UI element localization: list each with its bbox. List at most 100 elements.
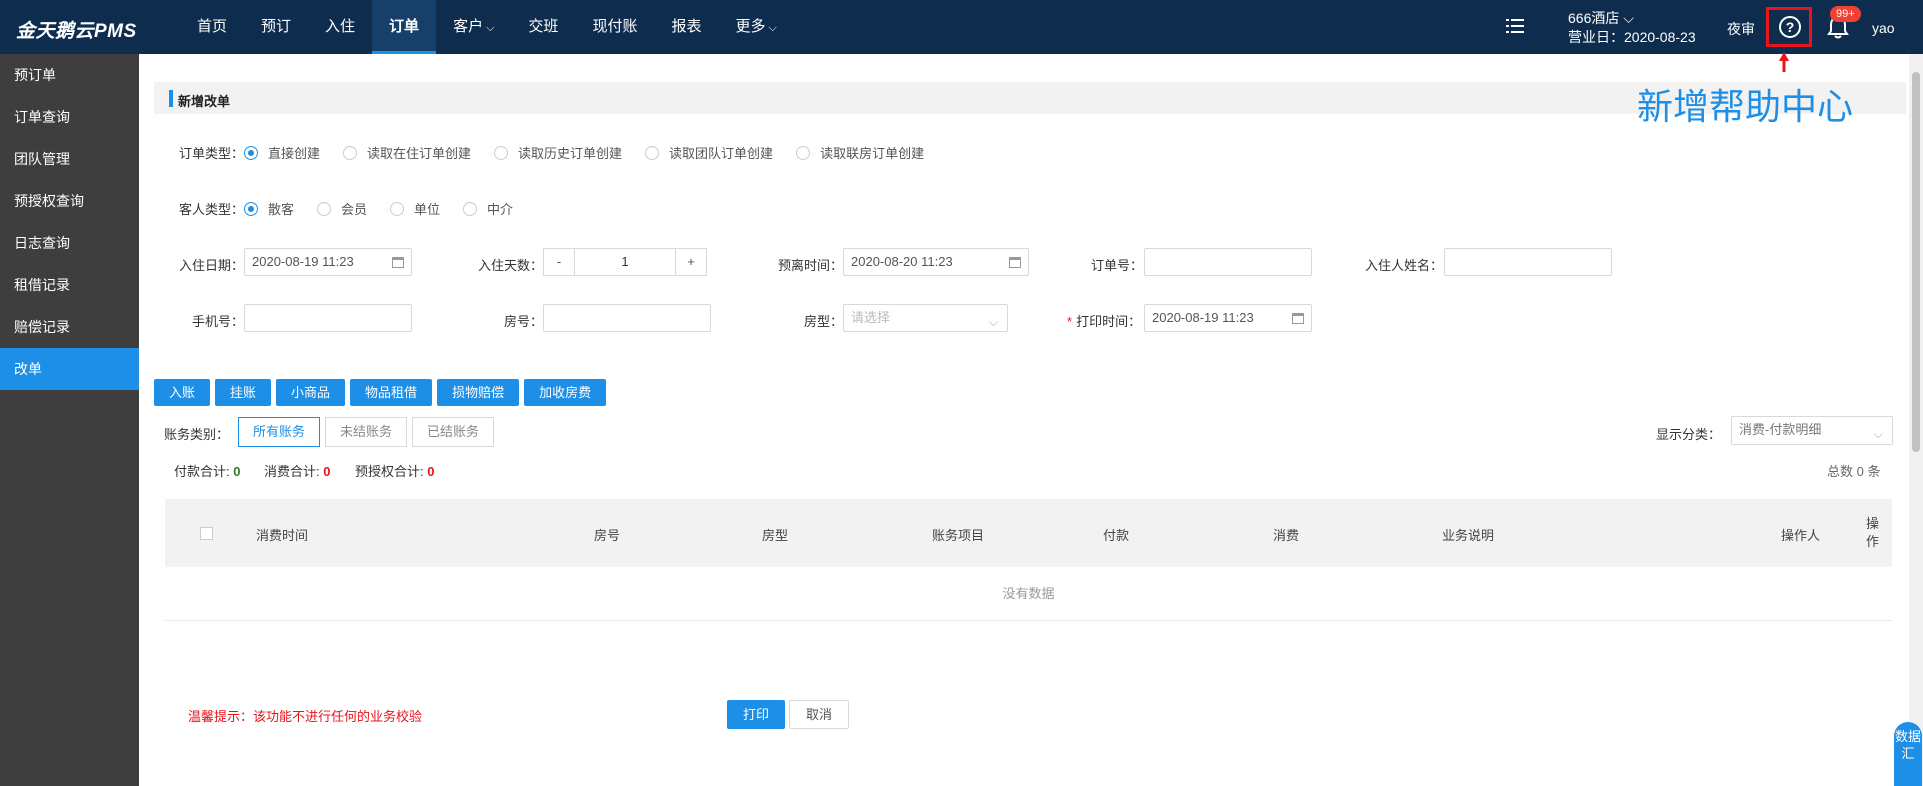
account-category-label: 账务类别： <box>164 427 230 442</box>
column-header: 操作 <box>1866 516 1880 549</box>
display-category-label: 显示分类： <box>1656 427 1722 442</box>
consume-total-value: 0 <box>323 464 331 479</box>
nav-item-home[interactable]: 首页 <box>180 0 244 54</box>
column-header: 操作人 <box>1781 528 1821 543</box>
radio-guest-type-walkin[interactable]: 散客 <box>244 199 294 218</box>
nav-item-reports[interactable]: 报表 <box>654 0 718 54</box>
pay-total: 付款合计: 0 <box>174 464 241 479</box>
checkin-date-input[interactable]: 2020-08-19 11:23 <box>244 248 412 276</box>
radio-circle <box>317 201 332 216</box>
extra-room-charge-button[interactable]: 加收房费 <box>524 379 607 406</box>
column-header: 消费 <box>1273 528 1300 543</box>
room-no-input[interactable] <box>543 304 711 332</box>
radio-order-type-group[interactable]: 读取团队订单创建 <box>645 143 773 162</box>
tab-settled-accounts[interactable]: 已结账务 <box>412 417 495 447</box>
nav-item-shift[interactable]: 交班 <box>511 0 575 54</box>
list-icon[interactable] <box>1506 18 1524 34</box>
sidebar-item-preauth-query[interactable]: 预授权查询 <box>0 180 139 222</box>
annotation-text: 新增帮助中心 <box>1637 86 1854 127</box>
room-type-label: 房型： <box>804 314 844 329</box>
scrollbar-thumb[interactable] <box>1912 72 1920 452</box>
tab-unsettled-accounts[interactable]: 未结账务 <box>325 417 408 447</box>
top-bar: 金天鹅云PMS 首页 预订 入住 订单 客户 ⌵ 交班 现付账 报表 更多 ⌵ 66… <box>0 0 1923 54</box>
required-marker: * <box>1067 314 1073 329</box>
sidebar-item-reservations[interactable]: 预订单 <box>0 54 139 96</box>
select-all-checkbox[interactable] <box>200 527 213 540</box>
sidebar: 预订单 订单查询 团队管理 预授权查询 日志查询 租借记录 赔偿记录 改单 <box>0 54 139 786</box>
sidebar-item-compensation-records[interactable]: 赔偿记录 <box>0 306 139 348</box>
room-type-select[interactable]: 请选择 ⌵ <box>843 304 1008 332</box>
nav-item-orders[interactable]: 订单 <box>372 0 437 54</box>
calendar-icon <box>1292 313 1304 324</box>
nav-item-customers[interactable]: 客户 ⌵ <box>436 0 511 54</box>
radio-order-type-linked[interactable]: 读取联房订单创建 <box>796 143 924 162</box>
column-header: 房号 <box>594 528 621 543</box>
chevron-down-icon: ⌵ <box>768 22 777 34</box>
user-name[interactable]: yao <box>1872 20 1895 36</box>
section-marker <box>169 90 173 107</box>
hotel-name: 666酒店 ⌵ <box>1568 10 1634 26</box>
chevron-down-icon: ⌵ <box>1873 427 1883 441</box>
radio-guest-type-company[interactable]: 单位 <box>390 199 440 218</box>
column-header: 业务说明 <box>1442 528 1495 543</box>
radio-circle <box>343 145 358 160</box>
print-time-input[interactable]: 2020-08-19 11:23 <box>1144 304 1312 332</box>
column-header: 账务项目 <box>932 528 985 543</box>
damage-compensation-button[interactable]: 损物赔偿 <box>437 379 520 406</box>
item-rental-button[interactable]: 物品租借 <box>350 379 433 406</box>
nav-item-more[interactable]: 更多 ⌵ <box>718 0 793 54</box>
help-icon[interactable]: ? <box>1779 16 1801 38</box>
tab-all-accounts[interactable]: 所有账务 <box>238 417 321 447</box>
order-type-radio-group: 直接创建 读取在住订单创建 读取历史订单创建 读取团队订单创建 读取联房订单创建 <box>244 143 947 162</box>
print-button[interactable]: 打印 <box>727 700 785 729</box>
radio-guest-type-agent[interactable]: 中介 <box>463 199 513 218</box>
sidebar-item-modify-order[interactable]: 改单 <box>0 348 139 390</box>
calendar-icon <box>1009 257 1021 268</box>
phone-input[interactable] <box>244 304 412 332</box>
sidebar-item-group-management[interactable]: 团队管理 <box>0 138 139 180</box>
sidebar-item-rental-records[interactable]: 租借记录 <box>0 264 139 306</box>
nav-item-checkin[interactable]: 入住 <box>308 0 372 54</box>
stay-days-plus-button[interactable]: + <box>675 248 707 276</box>
post-charge-button[interactable]: 入账 <box>154 379 211 406</box>
business-day: 营业日：2020-08-23 <box>1568 29 1696 45</box>
radio-order-type-history[interactable]: 读取历史订单创建 <box>494 143 622 162</box>
night-audit-button[interactable]: 夜审 <box>1727 19 1755 39</box>
radio-guest-type-member[interactable]: 会员 <box>317 199 367 218</box>
red-arrow-icon <box>1779 52 1789 72</box>
table-header: 消费时间 房号 房型 账务项目 付款 消费 业务说明 操作人 操作 <box>165 499 1892 567</box>
checkout-time-label: 预离时间： <box>778 258 844 273</box>
on-account-button[interactable]: 挂账 <box>215 379 272 406</box>
sidebar-item-order-query[interactable]: 订单查询 <box>0 96 139 138</box>
cancel-button[interactable]: 取消 <box>789 700 849 729</box>
warning-tip: 温馨提示：该功能不进行任何的业务校验 <box>188 709 423 724</box>
nav-item-booking[interactable]: 预订 <box>244 0 308 54</box>
radio-order-type-direct[interactable]: 直接创建 <box>244 143 320 162</box>
sidebar-item-log-query[interactable]: 日志查询 <box>0 222 139 264</box>
radio-circle <box>494 145 509 160</box>
radio-circle <box>463 201 478 216</box>
minibar-button[interactable]: 小商品 <box>276 379 346 406</box>
data-summary-tab[interactable]: 数据汇 <box>1894 722 1922 786</box>
page-scrollbar[interactable] <box>1909 54 1923 786</box>
checkout-time-input[interactable]: 2020-08-20 11:23 <box>843 248 1029 276</box>
radio-circle <box>796 145 811 160</box>
order-type-label: 订单类型： <box>179 146 245 161</box>
order-no-input[interactable] <box>1144 248 1312 276</box>
hotel-selector[interactable]: 666酒店 ⌵ 营业日：2020-08-23 <box>1568 9 1696 47</box>
stay-days-input[interactable]: 1 <box>575 248 675 276</box>
chevron-down-icon: ⌵ <box>988 315 998 329</box>
help-center-highlight[interactable]: ? <box>1766 7 1812 47</box>
print-time-label: * 打印时间： <box>1067 314 1142 329</box>
stay-days-minus-button[interactable]: - <box>543 248 575 276</box>
display-category-select[interactable]: 消费-付款明细 ⌵ <box>1731 416 1893 445</box>
column-header: 付款 <box>1103 528 1130 543</box>
radio-order-type-inhouse[interactable]: 读取在住订单创建 <box>343 143 471 162</box>
chevron-down-icon: ⌵ <box>486 22 495 34</box>
section-title: 新增改单 <box>178 94 231 109</box>
pay-total-value: 0 <box>233 464 241 479</box>
guest-name-label: 入住人姓名： <box>1365 258 1444 273</box>
preauth-total: 预授权合计: 0 <box>355 464 435 479</box>
guest-name-input[interactable] <box>1444 248 1612 276</box>
nav-item-cash-account[interactable]: 现付账 <box>575 0 654 54</box>
